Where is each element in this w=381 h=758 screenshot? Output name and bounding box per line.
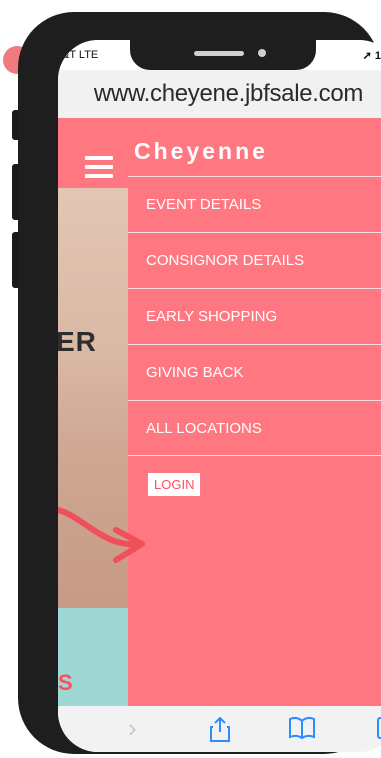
menu-item-label: GIVING BACK <box>146 364 244 381</box>
menu-item-label: ALL LOCATIONS <box>146 419 262 437</box>
front-camera <box>258 49 266 57</box>
phone-screen: &T LTE ➚ 100% www.cheyene.jbfsale.com ER… <box>58 40 381 752</box>
nav-menu: EVENT DETAILS CONSIGNOR DETAILS EARLY SH… <box>128 176 381 456</box>
tabs-icon[interactable] <box>376 716 381 745</box>
menu-item-label: CONSIGNOR DETAILS <box>146 252 305 269</box>
bookmarks-icon[interactable] <box>288 716 316 745</box>
menu-item-label: EARLY SHOPPING <box>146 308 278 325</box>
address-bar[interactable]: www.cheyene.jbfsale.com <box>58 70 381 118</box>
menu-item-all-locations[interactable]: ALL LOCATIONS <box>128 400 381 456</box>
browser-toolbar: › <box>58 706 381 752</box>
banner-text: ER <box>58 326 97 357</box>
site-title[interactable]: Cheyenne <box>134 138 268 165</box>
menu-item-label: EVENT DETAILS <box>146 196 262 213</box>
carrier-label: &T LTE <box>62 49 99 61</box>
menu-item-early-shopping[interactable]: EARLY SHOPPING <box>128 288 381 344</box>
pointer-arrow-icon <box>58 507 145 563</box>
battery-label: ➚ 100% <box>362 50 381 62</box>
hamburger-menu-icon[interactable] <box>85 156 113 178</box>
speaker-grille <box>194 51 244 56</box>
background-letter: S <box>58 670 73 695</box>
site-page: ER S Cheyenne EVENT DETAILS CONSIGNOR DE… <box>58 118 381 706</box>
phone-notch <box>130 40 316 70</box>
menu-item-consignor-details[interactable]: CONSIGNOR DETAILS <box>128 232 381 288</box>
back-icon[interactable]: › <box>128 715 137 741</box>
login-button[interactable]: LOGIN <box>148 473 201 496</box>
menu-item-event-details[interactable]: EVENT DETAILS <box>128 176 381 232</box>
phone-frame: &T LTE ➚ 100% www.cheyene.jbfsale.com ER… <box>18 12 381 754</box>
url-text: www.cheyene.jbfsale.com <box>93 80 364 107</box>
menu-item-giving-back[interactable]: GIVING BACK <box>128 344 381 400</box>
share-icon[interactable] <box>210 716 230 747</box>
